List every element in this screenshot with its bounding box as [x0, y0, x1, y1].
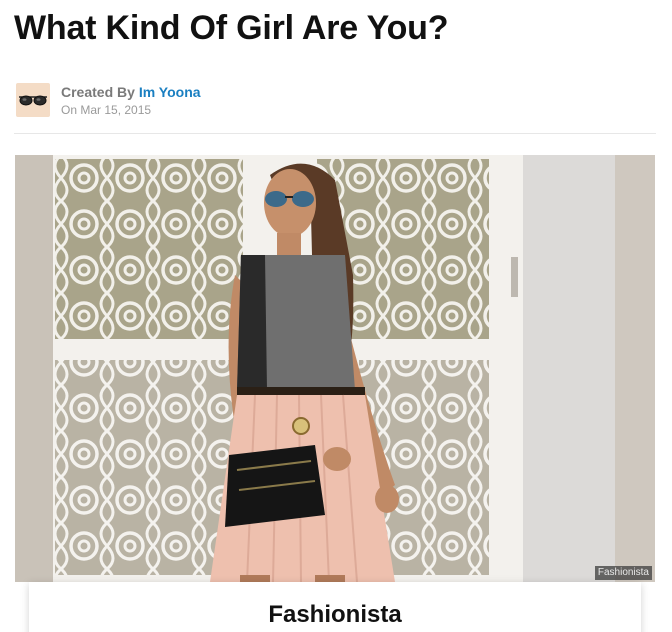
quiz-page: What Kind Of Girl Are You? Created By Im…: [0, 0, 672, 632]
author-name-link[interactable]: Im Yoona: [139, 84, 201, 100]
result-card: Fashionista: [29, 582, 641, 632]
author-meta: Created By Im Yoona On Mar 15, 2015: [61, 83, 201, 118]
sunglasses-icon: [19, 95, 47, 106]
quiz-title: What Kind Of Girl Are You?: [14, 9, 449, 47]
photo-credit: Fashionista: [594, 566, 652, 580]
divider: [14, 133, 656, 134]
author-info: Created By Im Yoona On Mar 15, 2015: [16, 82, 201, 118]
created-date: On Mar 15, 2015: [61, 102, 152, 117]
result-image: Fashionista: [15, 155, 655, 582]
result-title: Fashionista: [268, 601, 402, 628]
author-avatar[interactable]: [16, 83, 50, 117]
created-by-line: Created By Im Yoona: [61, 83, 201, 101]
created-by-label: Created By: [61, 83, 135, 100]
